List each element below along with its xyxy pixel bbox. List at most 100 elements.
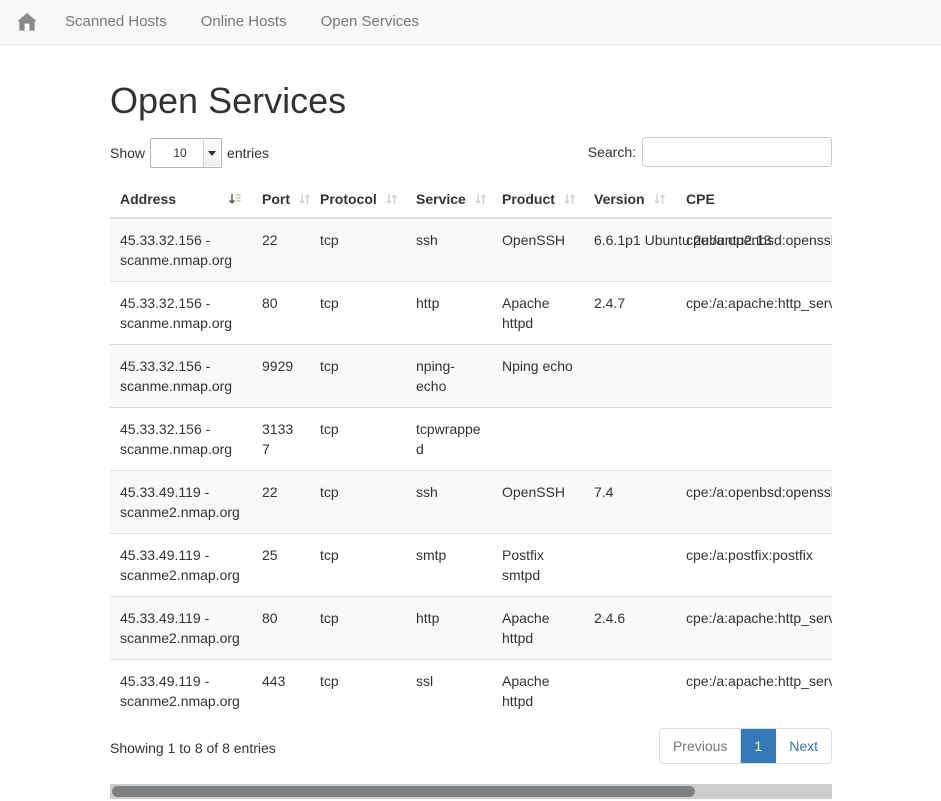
pagination-next[interactable]: Next <box>776 729 831 763</box>
cell-service: ssl <box>406 659 492 722</box>
column-header-product[interactable]: Product <box>492 183 584 219</box>
table-body: 45.33.32.156 - scanme.nmap.org 22 tcp ssh Op… <box>110 217 832 722</box>
cell-version <box>584 533 676 597</box>
table-row[interactable]: 45.33.49.119 - scanme2.nmap.org 443 tcp ssl… <box>110 659 832 722</box>
cell-version <box>584 344 676 408</box>
pagination-page-1[interactable]: 1 <box>741 729 777 763</box>
horizontal-scrollbar[interactable] <box>110 784 832 799</box>
table-row[interactable]: 45.33.32.156 - scanme.nmap.org 22 tcp ssh Op… <box>110 217 832 282</box>
cell-version: 6.6.1p1 Ubuntu 2ubuntu2.13 <box>584 217 772 282</box>
page-length-select[interactable]: 10 <box>150 138 223 168</box>
cell-port: 443 <box>252 659 310 722</box>
content-container: Open Services Show 10 entries Search: Ad… <box>110 45 832 799</box>
nav-link-online-hosts[interactable]: Online Hosts <box>186 0 302 44</box>
cell-product: Apache httpd <box>492 281 584 345</box>
cell-protocol: tcp <box>310 470 406 534</box>
column-header-version[interactable]: Version <box>584 183 676 219</box>
cell-cpe: cpe:/a:openbsd:openssh:6.6.1p1 <box>676 217 832 282</box>
cell-address: 45.33.32.156 - scanme.nmap.org <box>110 217 252 282</box>
column-header-cpe[interactable]: CPE <box>676 183 832 219</box>
home-icon <box>16 12 38 32</box>
cell-address: 45.33.32.156 - scanme.nmap.org <box>110 281 252 345</box>
cell-address: 45.33.49.119 - scanme2.nmap.org <box>110 659 252 722</box>
cell-cpe: cpe:/a:apache:http_server:2.4.6 <box>676 596 832 660</box>
page-body: Open Services Show 10 entries Search: Ad… <box>0 45 941 799</box>
column-header-address[interactable]: Address <box>110 183 252 219</box>
cell-cpe <box>676 407 832 471</box>
datatable-footer: Showing 1 to 8 of 8 entries Previous 1 N… <box>110 728 832 774</box>
cell-address: 45.33.49.119 - scanme2.nmap.org <box>110 533 252 597</box>
column-header-service[interactable]: Service <box>406 183 492 219</box>
table-head: Address Port Protocol Service Product Ve… <box>110 183 832 219</box>
cell-service: ssh <box>406 217 492 282</box>
cell-product: Nping echo <box>492 344 584 408</box>
nav-link-scanned-hosts[interactable]: Scanned Hosts <box>50 0 182 44</box>
column-header-port[interactable]: Port <box>252 183 311 219</box>
show-label: Show <box>110 145 146 161</box>
cell-protocol: tcp <box>310 281 406 345</box>
pagination: Previous 1 Next <box>658 728 832 764</box>
table-row[interactable]: 45.33.32.156 - scanme.nmap.org 9929 tcp npi… <box>110 344 832 408</box>
cell-cpe: cpe:/a:postfix:postfix <box>676 533 832 597</box>
table-row[interactable]: 45.33.49.119 - scanme2.nmap.org 22 tcp ssh O… <box>110 470 832 534</box>
cell-protocol: tcp <box>310 659 406 722</box>
cell-address: 45.33.49.119 - scanme2.nmap.org <box>110 596 252 660</box>
cell-product: Postfix smtpd <box>492 533 584 597</box>
cell-cpe: cpe:/a:apache:http_server <box>676 659 832 722</box>
column-label-product: Product <box>502 191 555 207</box>
cell-port: 22 <box>252 470 310 534</box>
cell-version: 2.4.7 <box>584 281 676 345</box>
cell-service: tcpwrapped <box>406 407 492 471</box>
horizontal-scrollbar-thumb[interactable] <box>112 786 695 797</box>
cell-protocol: tcp <box>310 217 406 282</box>
entries-label: entries <box>227 145 270 161</box>
cell-address: 45.33.32.156 - scanme.nmap.org <box>110 407 252 471</box>
cell-port: 22 <box>252 217 310 282</box>
table-scroll-viewport: Address Port Protocol Service Product Ve… <box>110 183 832 722</box>
search-input[interactable] <box>642 137 832 167</box>
cell-protocol: tcp <box>310 596 406 660</box>
cell-product: Apache httpd <box>492 596 584 660</box>
cell-protocol: tcp <box>310 344 406 408</box>
cell-product <box>492 407 584 471</box>
cell-service: ssh <box>406 470 492 534</box>
cell-port: 80 <box>252 596 310 660</box>
cell-version <box>584 659 676 722</box>
table-row[interactable]: 45.33.32.156 - scanme.nmap.org 31337 tcp tc… <box>110 407 832 471</box>
cell-product: OpenSSH <box>492 217 584 282</box>
table-row[interactable]: 45.33.49.119 - scanme2.nmap.org 80 tcp http… <box>110 596 832 660</box>
nav-link-open-services[interactable]: Open Services <box>306 0 434 44</box>
sort-both-icon <box>653 192 667 206</box>
column-label-port: Port <box>262 191 290 207</box>
column-label-cpe: CPE <box>686 191 715 207</box>
sort-both-icon <box>385 192 399 206</box>
chevron-down-icon <box>203 140 221 166</box>
search-control: Search: <box>588 137 832 167</box>
table-info: Showing 1 to 8 of 8 entries <box>110 740 276 756</box>
pagination-previous[interactable]: Previous <box>659 729 742 763</box>
cell-cpe: cpe:/a:openbsd:openssh:7.4 <box>676 470 832 534</box>
cell-protocol: tcp <box>310 533 406 597</box>
cell-cpe: cpe:/a:apache:http_server:2.4.7 <box>676 281 832 345</box>
datatable-controls: Show 10 entries Search: <box>110 131 832 183</box>
open-services-table: Address Port Protocol Service Product Ve… <box>110 183 832 722</box>
column-label-protocol: Protocol <box>320 191 377 207</box>
table-row[interactable]: 45.33.49.119 - scanme2.nmap.org 25 tcp smtp… <box>110 533 832 597</box>
sort-ascending-icon <box>228 192 242 206</box>
column-label-address: Address <box>120 191 177 207</box>
table-row[interactable]: 45.33.32.156 - scanme.nmap.org 80 tcp http A… <box>110 281 832 345</box>
sort-both-icon <box>563 192 577 206</box>
table-header-row: Address Port Protocol Service Product Ve… <box>110 183 832 219</box>
cell-product: OpenSSH <box>492 470 584 534</box>
home-link[interactable] <box>8 2 46 42</box>
cell-version: 2.4.6 <box>584 596 676 660</box>
sort-both-icon <box>474 192 488 206</box>
cell-service: smtp <box>406 533 492 597</box>
search-label: Search: <box>587 144 636 160</box>
cell-version: 7.4 <box>584 470 676 534</box>
cell-protocol: tcp <box>310 407 406 471</box>
page-length-control: Show 10 entries <box>110 138 269 168</box>
cell-version <box>584 407 676 471</box>
cell-service: nping-echo <box>406 344 492 408</box>
column-header-protocol[interactable]: Protocol <box>310 183 406 219</box>
